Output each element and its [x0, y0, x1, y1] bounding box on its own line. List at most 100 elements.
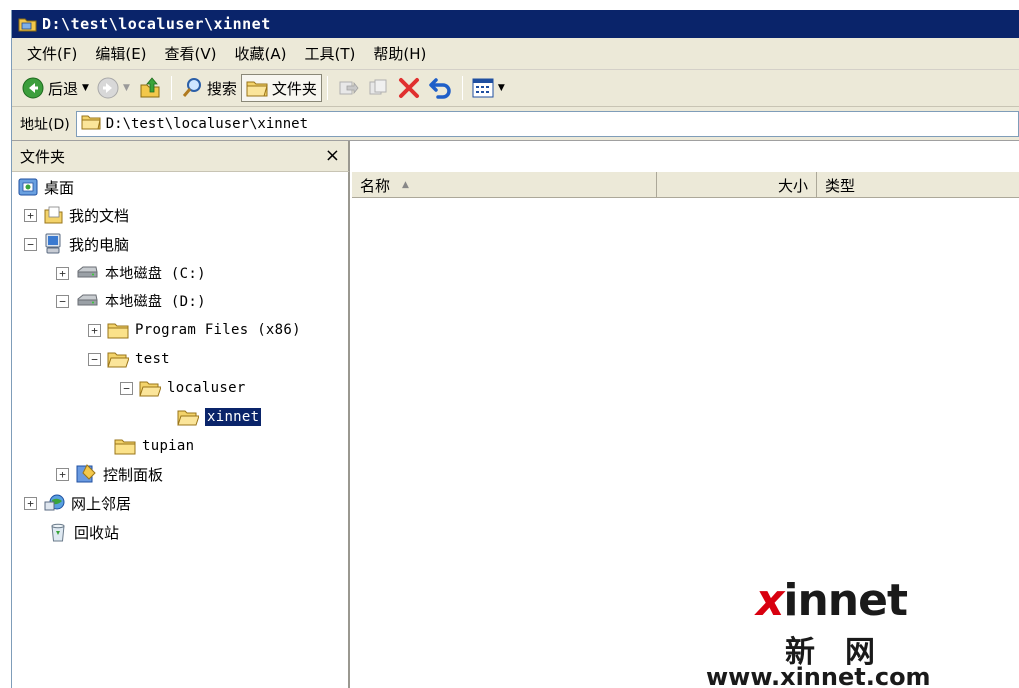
- search-label: 搜索: [206, 79, 237, 98]
- folder-open-icon: [107, 350, 129, 368]
- folder-icon: [114, 437, 136, 455]
- close-icon[interactable]: ×: [325, 147, 340, 165]
- collapse-icon[interactable]: −: [120, 381, 133, 395]
- tree-node[interactable]: − localuser: [120, 375, 246, 401]
- tree-node-label: 网上邻居: [71, 494, 132, 513]
- sort-ascending-icon: ▲: [402, 180, 409, 190]
- column-header-name[interactable]: 名称 ▲: [352, 172, 657, 198]
- tree-node-label: 回收站: [74, 523, 120, 542]
- tree-node[interactable]: + Program Files (x86): [88, 317, 301, 343]
- back-dropdown-icon[interactable]: ▼: [82, 83, 89, 93]
- tree-node-label: 本地磁盘 (D:): [105, 294, 206, 310]
- column-name-label: 名称: [360, 176, 391, 195]
- move-to-button[interactable]: [333, 74, 363, 102]
- window-title: D:\test\localuser\xinnet: [42, 15, 271, 33]
- folder-up-icon: [138, 76, 162, 100]
- tree-node[interactable]: − test: [88, 346, 170, 372]
- toolbar-separator: [461, 76, 463, 100]
- collapse-icon[interactable]: −: [88, 352, 101, 366]
- folders-button[interactable]: 文件夹: [240, 74, 322, 102]
- tree-node[interactable]: + 控制面板: [56, 461, 163, 487]
- tree-node[interactable]: + 本地磁盘 (C:): [56, 260, 206, 286]
- drive-icon: [75, 265, 99, 281]
- forward-arrow-icon: [97, 77, 119, 99]
- undo-button[interactable]: [425, 74, 457, 102]
- tree-node-label: localuser: [167, 380, 246, 396]
- tree-node-label: Program Files (x86): [135, 322, 301, 338]
- tree-node-label: 桌面: [44, 178, 75, 197]
- tree-node[interactable]: − 我的电脑: [24, 231, 129, 257]
- recycle-bin-icon: [48, 521, 68, 543]
- expand-icon[interactable]: +: [56, 266, 69, 280]
- search-button[interactable]: 搜索: [177, 74, 241, 102]
- expand-icon[interactable]: +: [24, 208, 37, 222]
- menu-bar: 文件(F) 编辑(E) 查看(V) 收藏(A) 工具(T) 帮助(H): [12, 38, 1019, 70]
- copy-to-icon: [367, 77, 389, 99]
- expand-icon[interactable]: +: [24, 496, 37, 510]
- copy-to-button[interactable]: [363, 74, 393, 102]
- tree-node-label: 我的文档: [69, 206, 130, 225]
- control-panel-icon: [75, 463, 97, 485]
- column-size-label: 大小: [777, 176, 808, 195]
- views-grid-icon: [472, 78, 494, 98]
- column-type-label: 类型: [825, 176, 856, 195]
- tree-node-label: tupian: [142, 438, 195, 454]
- collapse-icon[interactable]: −: [24, 237, 37, 251]
- menu-edit[interactable]: 编辑(E): [86, 43, 155, 64]
- menu-view[interactable]: 查看(V): [156, 43, 226, 64]
- tree-node[interactable]: xinnet: [177, 404, 263, 430]
- forward-dropdown-icon[interactable]: ▼: [123, 83, 130, 93]
- title-bar[interactable]: D:\test\localuser\xinnet: [12, 10, 1019, 38]
- menu-favorites[interactable]: 收藏(A): [226, 43, 296, 64]
- folder-icon: [246, 78, 268, 98]
- my-documents-icon: [43, 205, 63, 225]
- up-button[interactable]: [134, 74, 166, 102]
- move-to-icon: [337, 77, 359, 99]
- folder-open-icon: [139, 379, 161, 397]
- menu-help[interactable]: 帮助(H): [364, 43, 435, 64]
- menu-tools[interactable]: 工具(T): [295, 43, 364, 64]
- folders-label: 文件夹: [271, 79, 317, 98]
- delete-icon: [397, 76, 421, 100]
- collapse-icon[interactable]: −: [56, 294, 69, 308]
- folder-pane-header: 文件夹 ×: [12, 141, 350, 172]
- toolbar-separator: [170, 76, 172, 100]
- xinnet-watermark-logo: xinnet 新网 www.xinnet.com: [700, 575, 1012, 688]
- tree-node[interactable]: − 本地磁盘 (D:): [56, 288, 206, 314]
- column-header-type[interactable]: 类型: [817, 172, 1019, 198]
- tree-node-label: 本地磁盘 (C:): [105, 266, 206, 282]
- search-icon: [181, 77, 203, 99]
- views-dropdown-icon[interactable]: ▼: [498, 83, 505, 93]
- tree-node-label: test: [135, 351, 170, 367]
- folder-tree-pane: 桌面 + 我的文档 − 我的电脑 + 本地磁盘 (C:) − 本地磁盘 (D:) + Program…: [12, 172, 350, 688]
- watermark-brand: xinnet: [756, 575, 908, 626]
- toolbar-separator: [326, 76, 328, 100]
- tree-node[interactable]: 回收站: [48, 519, 119, 545]
- standard-toolbar: 后退 ▼ ▼ 搜索 文件夹 ▼: [12, 70, 1019, 107]
- tree-node[interactable]: tupian: [114, 433, 194, 459]
- address-label: 地址(D): [20, 116, 70, 133]
- tree-node-label: 我的电脑: [69, 235, 130, 254]
- desktop-icon: [18, 177, 38, 197]
- address-input[interactable]: D:\test\localuser\xinnet: [75, 110, 1019, 137]
- tree-node-label: xinnet: [203, 407, 263, 427]
- drive-icon: [75, 293, 99, 309]
- back-button[interactable]: 后退 ▼: [18, 74, 93, 102]
- column-header-size[interactable]: 大小: [657, 172, 817, 198]
- tree-node[interactable]: + 我的文档: [24, 202, 129, 228]
- watermark-url: www.xinnet.com: [706, 663, 931, 688]
- undo-icon: [429, 76, 453, 100]
- folder-icon: [107, 321, 129, 339]
- tree-node[interactable]: 桌面: [18, 174, 74, 200]
- my-computer-icon: [43, 233, 63, 255]
- expand-icon[interactable]: +: [88, 323, 101, 337]
- tree-node[interactable]: + 网上邻居: [24, 490, 131, 516]
- views-button[interactable]: ▼: [468, 74, 509, 102]
- menu-file[interactable]: 文件(F): [18, 43, 86, 64]
- delete-button[interactable]: [393, 74, 425, 102]
- address-value: D:\test\localuser\xinnet: [105, 115, 309, 132]
- forward-button[interactable]: ▼: [93, 74, 134, 102]
- folder-app-icon: [18, 16, 38, 33]
- column-header-row: 名称 ▲ 大小 类型: [352, 172, 1019, 198]
- expand-icon[interactable]: +: [56, 467, 69, 481]
